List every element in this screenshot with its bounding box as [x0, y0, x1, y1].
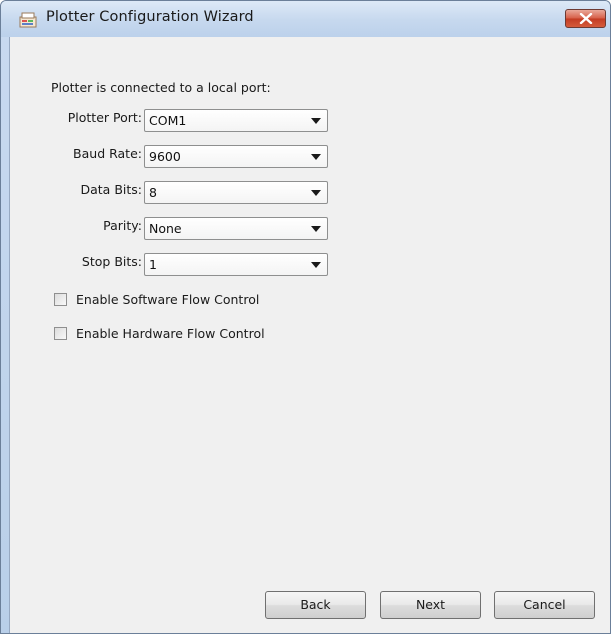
parity-value: None	[149, 221, 182, 236]
chevron-down-icon	[311, 154, 321, 160]
data-bits-value: 8	[149, 185, 157, 200]
data-bits-select[interactable]: 8	[144, 181, 328, 204]
parity-label: Parity:	[103, 218, 142, 233]
connection-heading: Plotter is connected to a local port:	[51, 80, 271, 95]
plotter-app-icon	[19, 12, 37, 28]
plotter-port-select[interactable]: COM1	[144, 109, 328, 132]
close-button[interactable]	[565, 9, 606, 28]
stop-bits-value: 1	[149, 257, 157, 272]
title-bar[interactable]: Plotter Configuration Wizard	[1, 1, 610, 37]
data-bits-label: Data Bits:	[80, 182, 143, 197]
chevron-down-icon	[311, 262, 321, 268]
stop-bits-select[interactable]: 1	[144, 253, 328, 276]
parity-select[interactable]: None	[144, 217, 328, 240]
baud-rate-value: 9600	[149, 149, 181, 164]
plotter-port-value: COM1	[149, 113, 187, 128]
software-flow-control-label[interactable]: Enable Software Flow Control	[76, 292, 259, 307]
chevron-down-icon	[311, 190, 321, 196]
next-button[interactable]: Next	[380, 591, 481, 619]
wizard-window: Plotter Configuration Wizard Plotter is …	[0, 0, 611, 634]
wizard-content: Plotter is connected to a local port: Pl…	[9, 37, 610, 633]
plotter-port-label: Plotter Port:	[67, 110, 142, 125]
back-button[interactable]: Back	[265, 591, 366, 619]
hardware-flow-control-label[interactable]: Enable Hardware Flow Control	[76, 326, 265, 341]
baud-rate-select[interactable]: 9600	[144, 145, 328, 168]
chevron-down-icon	[311, 226, 321, 232]
stop-bits-label: Stop Bits:	[81, 254, 142, 269]
hardware-flow-control-checkbox[interactable]	[54, 327, 67, 340]
chevron-down-icon	[311, 118, 321, 124]
software-flow-control-checkbox[interactable]	[54, 293, 67, 306]
close-icon	[579, 13, 593, 24]
cancel-button[interactable]: Cancel	[494, 591, 595, 619]
baud-rate-label: Baud Rate:	[73, 146, 142, 161]
window-title: Plotter Configuration Wizard	[46, 9, 254, 25]
